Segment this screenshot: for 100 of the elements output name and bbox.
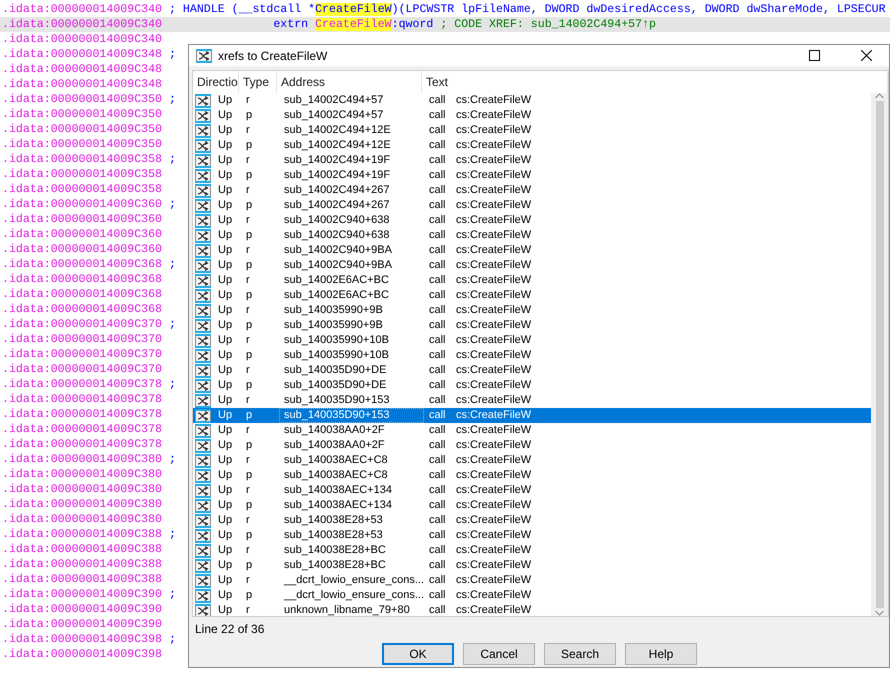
instruction-cell-text: call: [428, 468, 447, 483]
instruction-cell-text: call: [428, 138, 447, 153]
xref-row[interactable]: Up r sub_140035D90+DE call cs:CreateFileW: [193, 363, 871, 378]
address-cell-text: sub_14002C494+57: [283, 93, 384, 108]
type-cell-text: r: [245, 333, 251, 348]
address-cell-text: sub_14002C494+267: [283, 183, 391, 198]
xref-row[interactable]: Up r sub_140035990+10B call cs:CreateFileW: [193, 333, 871, 348]
address-cell-text: sub_14002C494+12E: [283, 123, 392, 138]
instruction-cell-text: call: [428, 333, 447, 348]
instruction-cell-text: call: [428, 288, 447, 303]
xref-row[interactable]: Up p sub_140038AEC+C8 call cs:CreateFileW: [193, 468, 871, 483]
operand-cell-text: cs:CreateFileW: [455, 468, 532, 483]
xref-row[interactable]: Up p sub_140038E28+BC call cs:CreateFileW: [193, 558, 871, 573]
xref-row[interactable]: Up r sub_140038E28+53 call cs:CreateFileW: [193, 513, 871, 528]
disassembly-line[interactable]: .idata:000000014009C340 ; HANDLE (__stdcall *CreateFileW)(LPCWSTR lpFileName, DWORD dwDesiredAccess, DWORD dwShareMode, LPSECUR: [0, 2, 890, 17]
instruction-cell-text: call: [428, 183, 447, 198]
xref-arrow-icon: [195, 514, 211, 528]
xref-row[interactable]: Up p sub_140038E28+53 call cs:CreateFileW: [193, 528, 871, 543]
xref-arrow-icon: [195, 364, 211, 378]
xref-row[interactable]: Up p sub_140035990+10B call cs:CreateFileW: [193, 348, 871, 363]
window-title: xrefs to CreateFileW: [218, 48, 328, 62]
operand-cell-text: cs:CreateFileW: [455, 108, 532, 123]
xref-row[interactable]: Up p sub_14002C940+9BA call cs:CreateFileW: [193, 258, 871, 273]
address-cell-text: sub_14002C494+19F: [283, 153, 392, 168]
xref-row[interactable]: Up r sub_14002C940+638 call cs:CreateFileW: [193, 213, 871, 228]
xref-row[interactable]: Up p sub_140035D90+DE call cs:CreateFileW: [193, 378, 871, 393]
xref-row[interactable]: Up p sub_14002C494+12E call cs:CreateFileW: [193, 138, 871, 153]
address-cell-text: sub_14002C940+638: [283, 228, 391, 243]
type-cell-text: p: [245, 198, 254, 213]
direction-cell-text: Up: [217, 333, 234, 348]
xref-arrow-icon: [195, 468, 211, 482]
disassembly-line[interactable]: .idata:000000014009C340: [0, 32, 890, 47]
address-cell-text: sub_140035990+9B: [283, 303, 384, 318]
dialog-button[interactable]: Search: [544, 643, 616, 665]
column-header[interactable]: Address: [277, 71, 422, 93]
xref-row[interactable]: Up p sub_140038AA0+2F call cs:CreateFileW: [193, 438, 871, 453]
xref-row[interactable]: Up r sub_140038E28+BC call cs:CreateFileW: [193, 543, 871, 558]
direction-cell-text: Up: [217, 363, 234, 378]
address-cell-text: sub_140035D90+153: [283, 393, 391, 408]
xref-row[interactable]: Up r sub_14002E6AC+BC call cs:CreateFileW: [193, 273, 871, 288]
scroll-down-icon[interactable]: [875, 610, 884, 616]
address-cell-text: sub_140035990+9B: [283, 318, 384, 333]
direction-cell-text: Up: [217, 273, 234, 288]
direction-cell-text: Up: [217, 288, 234, 303]
xref-row[interactable]: Up r sub_14002C494+267 call cs:CreateFileW: [193, 183, 871, 198]
operand-cell-text: cs:CreateFileW: [455, 228, 532, 243]
xref-row[interactable]: Up p sub_140035D90+153 call cs:CreateFileW: [193, 408, 871, 423]
xref-row[interactable]: Up r sub_140035D90+153 call cs:CreateFileW: [193, 393, 871, 408]
instruction-cell-text: call: [428, 168, 447, 183]
xref-row[interactable]: Up p sub_14002C940+638 call cs:CreateFileW: [193, 228, 871, 243]
instruction-cell-text: call: [428, 303, 447, 318]
operand-cell-text: cs:CreateFileW: [455, 603, 532, 616]
xref-arrow-icon: [195, 348, 211, 362]
xref-row[interactable]: Up r sub_140038AEC+134 call cs:CreateFileW: [193, 483, 871, 498]
instruction-cell-text: call: [428, 528, 447, 543]
xref-row[interactable]: Up r sub_140035990+9B call cs:CreateFileW: [193, 303, 871, 318]
direction-cell-text: Up: [217, 588, 234, 603]
instruction-cell-text: call: [428, 483, 447, 498]
instruction-cell-text: call: [428, 108, 447, 123]
xref-row[interactable]: Up p sub_14002C494+19F call cs:CreateFileW: [193, 168, 871, 183]
xref-row[interactable]: Up r sub_14002C494+57 call cs:CreateFileW: [193, 93, 871, 108]
xref-row[interactable]: Up p sub_140038AEC+134 call cs:CreateFileW: [193, 498, 871, 513]
direction-cell-text: Up: [217, 423, 234, 438]
xref-row[interactable]: Up r sub_14002C494+19F call cs:CreateFileW: [193, 153, 871, 168]
address-cell-text: sub_140035990+10B: [283, 348, 390, 363]
direction-cell-text: Up: [217, 123, 234, 138]
xref-row[interactable]: Up r __dcrt_lowio_ensure_cons... call cs:CreateFileW: [193, 573, 871, 588]
xref-row[interactable]: Up p sub_14002E6AC+BC call cs:CreateFileW: [193, 288, 871, 303]
type-cell-text: r: [245, 393, 251, 408]
column-header[interactable]: Type: [239, 71, 277, 93]
address-cell-text: __dcrt_lowio_ensure_cons...: [282, 573, 424, 588]
address-cell-text: sub_14002C494+267: [283, 198, 391, 213]
xref-arrow-icon: [195, 214, 211, 228]
xref-row[interactable]: Up p sub_140035990+9B call cs:CreateFileW: [193, 318, 871, 333]
dialog-button[interactable]: OK: [382, 643, 454, 665]
xref-row[interactable]: Up r sub_14002C940+9BA call cs:CreateFileW: [193, 243, 871, 258]
column-header[interactable]: Directio: [193, 71, 239, 93]
xref-row[interactable]: Up p __dcrt_lowio_ensure_cons... call cs:CreateFileW: [193, 588, 871, 603]
type-cell-text: r: [245, 513, 251, 528]
dialog-button[interactable]: Cancel: [463, 643, 535, 665]
direction-cell-text: Up: [217, 438, 234, 453]
xref-row[interactable]: Up p sub_14002C494+57 call cs:CreateFileW: [193, 108, 871, 123]
operand-cell-text: cs:CreateFileW: [455, 258, 532, 273]
scrollbar[interactable]: [871, 93, 888, 616]
xref-row[interactable]: Up r sub_140038AEC+C8 call cs:CreateFileW: [193, 453, 871, 468]
dialog-button[interactable]: Help: [625, 643, 697, 665]
xref-row[interactable]: Up r unknown_libname_79+80 call cs:CreateFileW: [193, 603, 871, 616]
xref-row[interactable]: Up p sub_14002C494+267 call cs:CreateFileW: [193, 198, 871, 213]
xref-row[interactable]: Up r sub_140038AA0+2F call cs:CreateFileW: [193, 423, 871, 438]
direction-cell-text: Up: [217, 138, 234, 153]
xref-arrow-icon: [195, 318, 211, 332]
type-cell-text: r: [245, 483, 251, 498]
type-cell-text: r: [245, 453, 251, 468]
xref-row[interactable]: Up r sub_14002C494+12E call cs:CreateFileW: [193, 123, 871, 138]
operand-cell-text: cs:CreateFileW: [455, 588, 532, 603]
operand-cell-text: cs:CreateFileW: [455, 543, 532, 558]
xref-arrow-icon: [195, 574, 211, 588]
operand-cell-text: cs:CreateFileW: [455, 498, 532, 513]
instruction-cell-text: call: [428, 558, 447, 573]
scroll-up-icon[interactable]: [875, 93, 884, 99]
